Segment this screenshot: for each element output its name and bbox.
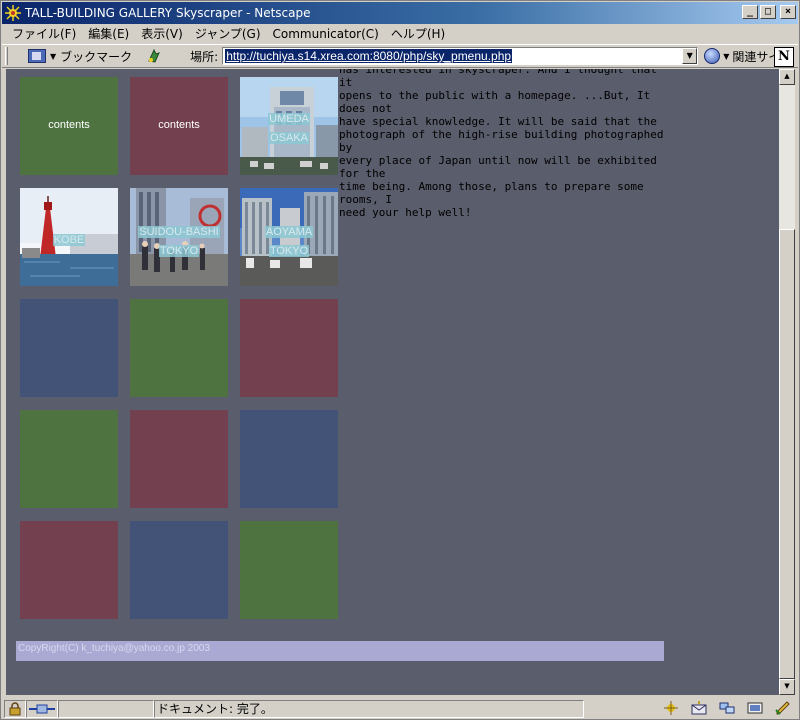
intro-text: has interested in skyscraper. And I thou… [339, 69, 669, 219]
menu-edit[interactable]: 編集(E) [82, 25, 135, 42]
menu-help[interactable]: ヘルプ(H) [385, 25, 451, 42]
photo-aoyama-tokyo[interactable]: AOYAMA TOKYO [240, 188, 338, 286]
url-text[interactable]: http://tuchiya.s14.xrea.com:8080/php/sky… [225, 49, 513, 63]
photo-umeda-osaka[interactable]: UMEDA OSAKA [240, 77, 338, 175]
empty-tile[interactable] [130, 521, 228, 619]
chevron-down-icon: ▼ [50, 51, 57, 61]
edit-page-icon[interactable] [774, 700, 792, 716]
contents-label: contents [158, 119, 200, 131]
location-label: 場所: [190, 49, 219, 64]
menu-communicator[interactable]: Communicator(C) [267, 27, 385, 41]
netscape-app-icon[interactable] [5, 5, 21, 21]
photo-caption: SUIDOU-BASHI [138, 226, 220, 238]
status-bar: ドキュメント: 完了。 [2, 698, 798, 719]
minimize-button[interactable]: _ [742, 5, 758, 19]
composer-icon[interactable] [746, 700, 764, 716]
url-dropdown-icon[interactable]: ▼ [682, 48, 698, 64]
url-input[interactable]: http://tuchiya.s14.xrea.com:8080/php/sky… [222, 47, 699, 65]
photo-suidoubashi-tokyo[interactable]: SUIDOU-BASHI TOKYO [130, 188, 228, 286]
chevron-down-icon: ▼ [723, 51, 730, 61]
scroll-up-button[interactable]: ▲ [779, 69, 795, 85]
vertical-scrollbar[interactable]: ▲ ▼ [779, 69, 795, 695]
connection-icon [26, 699, 58, 718]
bookmarks-label: ブックマーク [60, 49, 133, 64]
empty-tile[interactable] [130, 299, 228, 397]
empty-tile[interactable] [130, 410, 228, 508]
globe-icon [704, 48, 721, 64]
mail-icon[interactable] [690, 700, 708, 716]
intro-line: opens to the public with a homepage. ...… [339, 89, 651, 115]
intro-line: have special knowledge. It will be said … [339, 115, 657, 128]
empty-tile[interactable] [20, 410, 118, 508]
intro-line: need your help well! [339, 206, 472, 219]
contents-tile[interactable]: contents [20, 77, 118, 175]
contents-tile[interactable]: contents [130, 77, 228, 175]
scroll-down-button[interactable]: ▼ [779, 679, 795, 695]
location-drag-icon[interactable] [146, 48, 162, 64]
browser-window: TALL-BUILDING GALLERY Skyscraper - Netsc… [0, 0, 800, 720]
page-content: contents contents UMEDA OSAKA has intere… [6, 69, 779, 695]
intro-line: photograph of the high-rise building pho… [339, 128, 664, 154]
navigator-icon[interactable] [662, 700, 680, 716]
progress-cell [58, 699, 154, 718]
menu-go[interactable]: ジャンプ(G) [189, 25, 267, 42]
menu-file[interactable]: ファイル(F) [6, 25, 82, 42]
photo-kobe[interactable]: KOBE [20, 188, 118, 286]
discussion-icon[interactable] [718, 700, 736, 716]
intro-line: time being. Among those, plans to prepar… [339, 180, 644, 206]
window-title: TALL-BUILDING GALLERY Skyscraper - Netsc… [25, 6, 311, 20]
title-bar: TALL-BUILDING GALLERY Skyscraper - Netsc… [2, 2, 798, 24]
maximize-button[interactable]: □ [760, 5, 776, 19]
netscape-logo[interactable]: N [774, 47, 794, 67]
empty-tile[interactable] [20, 521, 118, 619]
menu-view[interactable]: 表示(V) [135, 25, 189, 42]
toolbar-grip[interactable] [5, 47, 8, 65]
empty-tile[interactable] [20, 299, 118, 397]
menu-bar: ファイル(F) 編集(E) 表示(V) ジャンプ(G) Communicator… [2, 24, 798, 43]
intro-line: every place of Japan until now will be e… [339, 154, 657, 180]
empty-tile[interactable] [240, 521, 338, 619]
photo-caption: OSAKA [269, 132, 309, 144]
bookmarks-button[interactable]: ▼ ブックマーク [28, 48, 132, 65]
empty-tile[interactable] [240, 299, 338, 397]
empty-tile[interactable] [240, 410, 338, 508]
intro-line: has interested in skyscraper. And I thou… [339, 69, 657, 89]
photo-caption: TOKYO [268, 245, 310, 257]
scroll-thumb[interactable] [779, 229, 795, 679]
bookmark-icon [28, 49, 46, 63]
copyright-footer: CopyRight(C) k_tuchiya@yahoo.co.jp 2003 [16, 641, 664, 661]
location-toolbar: ▼ ブックマーク 場所: http://tuchiya.s14.xrea.com… [2, 44, 798, 68]
contents-label: contents [48, 119, 90, 131]
status-text: ドキュメント: 完了。 [154, 699, 584, 718]
photo-caption: AOYAMA [264, 226, 314, 238]
photo-caption: KOBE [52, 234, 86, 246]
photo-caption: UMEDA [268, 113, 310, 125]
photo-caption: TOKYO [158, 245, 200, 257]
close-button[interactable]: × [780, 5, 796, 19]
security-lock-icon[interactable] [4, 699, 26, 718]
